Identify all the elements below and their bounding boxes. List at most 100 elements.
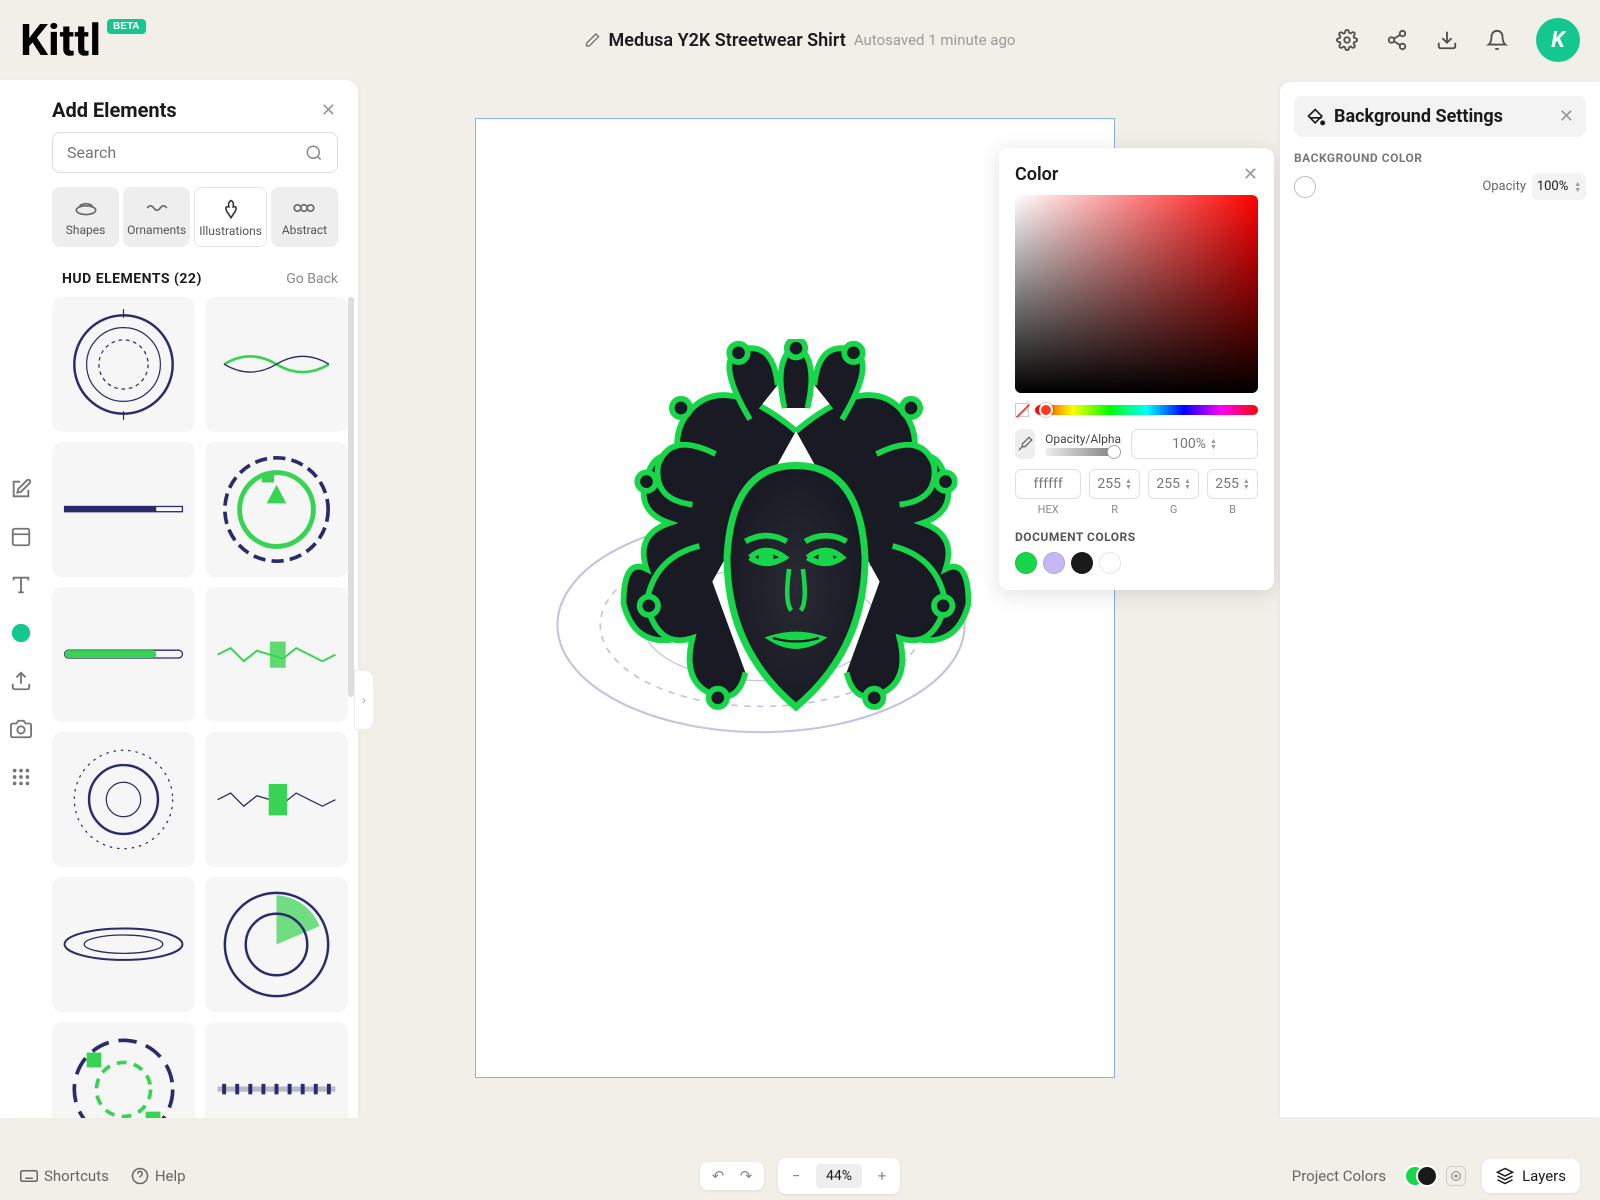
share-icon[interactable] [1386, 29, 1408, 51]
search-field[interactable] [67, 143, 305, 162]
no-color-icon[interactable] [1015, 403, 1029, 417]
hud-thumb[interactable] [205, 732, 348, 867]
opacity-label: Opacity/Alpha [1045, 432, 1121, 446]
hue-thumb[interactable] [1039, 403, 1053, 417]
upload-tool-icon[interactable] [10, 670, 32, 692]
redo-button[interactable]: ↷ [738, 1168, 754, 1184]
panel-title: Add Elements [52, 98, 177, 122]
download-icon[interactable] [1436, 29, 1458, 51]
grid-tool-icon[interactable] [10, 766, 32, 788]
hex-input[interactable]: ffffff [1015, 469, 1081, 499]
hud-thumb[interactable] [52, 877, 195, 1012]
undo-button[interactable]: ↶ [710, 1168, 726, 1184]
tab-shapes[interactable]: Shapes [52, 187, 119, 247]
hud-thumb[interactable] [52, 1022, 195, 1118]
hud-thumb[interactable] [205, 1022, 348, 1118]
bg-opacity-input[interactable]: 100% ▲▼ [1532, 173, 1586, 200]
hud-thumb[interactable] [52, 442, 195, 577]
edit-colors-icon[interactable] [1446, 1166, 1466, 1186]
help-label: Help [155, 1167, 186, 1185]
r-label: R [1111, 503, 1118, 516]
tab-illustrations[interactable]: Illustrations [194, 187, 267, 247]
panel-collapse-handle[interactable]: › [354, 670, 374, 730]
stepper-icon[interactable]: ▲▼ [1210, 438, 1217, 450]
document-title[interactable]: Medusa Y2K Streetwear Shirt [609, 30, 846, 51]
bell-icon[interactable] [1486, 29, 1508, 51]
stepper-icon[interactable]: ▲▼ [1184, 478, 1191, 490]
edit-tool-icon[interactable] [10, 478, 32, 500]
opacity-thumb[interactable] [1107, 445, 1121, 459]
thumbnails-scroll[interactable] [0, 297, 358, 1118]
gear-icon[interactable] [1336, 29, 1358, 51]
color-picker-title: Color [1015, 164, 1058, 185]
hud-thumb[interactable] [205, 877, 348, 1012]
stepper-icon[interactable]: ▲▼ [1243, 478, 1250, 490]
bottom-bar: Shortcuts Help ↶ ↷ − 44% + Project Color… [0, 1152, 1600, 1200]
shortcuts-button[interactable]: Shortcuts [20, 1167, 109, 1185]
color-swatch[interactable] [1043, 552, 1065, 574]
color-swatch[interactable] [1015, 552, 1037, 574]
hud-thumb[interactable] [205, 442, 348, 577]
hud-thumb[interactable] [52, 587, 195, 722]
hue-slider[interactable] [1035, 405, 1258, 415]
b-label: B [1229, 503, 1236, 516]
opacity-slider[interactable] [1045, 448, 1121, 456]
tab-label: Ornaments [127, 223, 186, 237]
right-panel-title: Background Settings [1334, 106, 1503, 127]
project-colors-button[interactable]: Project Colors [1292, 1165, 1466, 1187]
close-icon[interactable]: ✕ [1559, 106, 1574, 127]
g-input[interactable]: 255▲▼ [1148, 469, 1199, 499]
scrollbar[interactable] [348, 297, 354, 697]
autosave-status: Autosaved 1 minute ago [854, 31, 1016, 49]
go-back-link[interactable]: Go Back [286, 271, 338, 287]
stepper-icon[interactable]: ▲▼ [1125, 478, 1132, 490]
search-input[interactable] [52, 132, 338, 173]
bottom-center: ↶ ↷ − 44% + [700, 1158, 900, 1194]
b-input[interactable]: 255▲▼ [1207, 469, 1258, 499]
zoom-value[interactable]: 44% [816, 1164, 862, 1188]
abstract-icon [291, 197, 317, 219]
zoom-in-button[interactable]: + [874, 1168, 890, 1184]
background-color-swatch[interactable] [1294, 176, 1316, 198]
g-field: 255▲▼ G [1148, 469, 1199, 516]
beta-badge: BETA [107, 19, 145, 34]
saturation-value-field[interactable] [1015, 195, 1258, 393]
paint-bucket-icon [1306, 107, 1326, 127]
camera-tool-icon[interactable] [10, 718, 32, 740]
hud-thumb[interactable] [52, 732, 195, 867]
color-picker-popup: Color ✕ Opacity/Alpha 100% ▲▼ ffffff HEX… [999, 148, 1274, 590]
document-colors-swatches [1015, 552, 1258, 574]
tab-ornaments[interactable]: Ornaments [123, 187, 190, 247]
close-icon[interactable]: ✕ [321, 100, 336, 121]
opacity-value-input[interactable]: 100% ▲▼ [1131, 429, 1258, 459]
hud-thumb[interactable] [205, 587, 348, 722]
add-elements-panel: Add Elements ✕ Shapes Ornaments Illustra… [0, 80, 358, 1118]
medusa-illustration[interactable] [566, 339, 1026, 799]
text-tool-icon[interactable] [10, 574, 32, 596]
header-center: Medusa Y2K Streetwear Shirt Autosaved 1 … [585, 30, 1016, 51]
project-colors-label: Project Colors [1292, 1167, 1386, 1185]
background-color-row: Opacity 100% ▲▼ [1294, 173, 1586, 200]
hud-thumb[interactable] [205, 297, 348, 432]
tab-abstract[interactable]: Abstract [271, 187, 338, 247]
logo-text: Kittl [20, 14, 101, 66]
tab-label: Abstract [282, 223, 327, 237]
hud-thumb[interactable] [52, 297, 195, 432]
color-picker-header: Color ✕ [1015, 164, 1258, 185]
eyedropper-button[interactable] [1015, 429, 1035, 459]
color-swatch[interactable] [1099, 552, 1121, 574]
opacity-value-text: 100% [1172, 436, 1206, 452]
close-icon[interactable]: ✕ [1243, 164, 1258, 185]
logo[interactable]: Kittl BETA [20, 14, 146, 66]
zoom-out-button[interactable]: − [788, 1168, 804, 1184]
layers-button[interactable]: Layers [1482, 1159, 1580, 1193]
r-input[interactable]: 255▲▼ [1089, 469, 1140, 499]
category-tabs: Shapes Ornaments Illustrations Abstract [0, 187, 358, 247]
avatar[interactable]: K [1536, 18, 1580, 62]
stepper-icon[interactable]: ▲▼ [1574, 181, 1581, 193]
bottom-right: Project Colors Layers [1292, 1159, 1580, 1193]
elements-tool-icon[interactable] [10, 622, 32, 644]
layout-tool-icon[interactable] [10, 526, 32, 548]
color-swatch[interactable] [1071, 552, 1093, 574]
help-button[interactable]: Help [131, 1167, 186, 1185]
